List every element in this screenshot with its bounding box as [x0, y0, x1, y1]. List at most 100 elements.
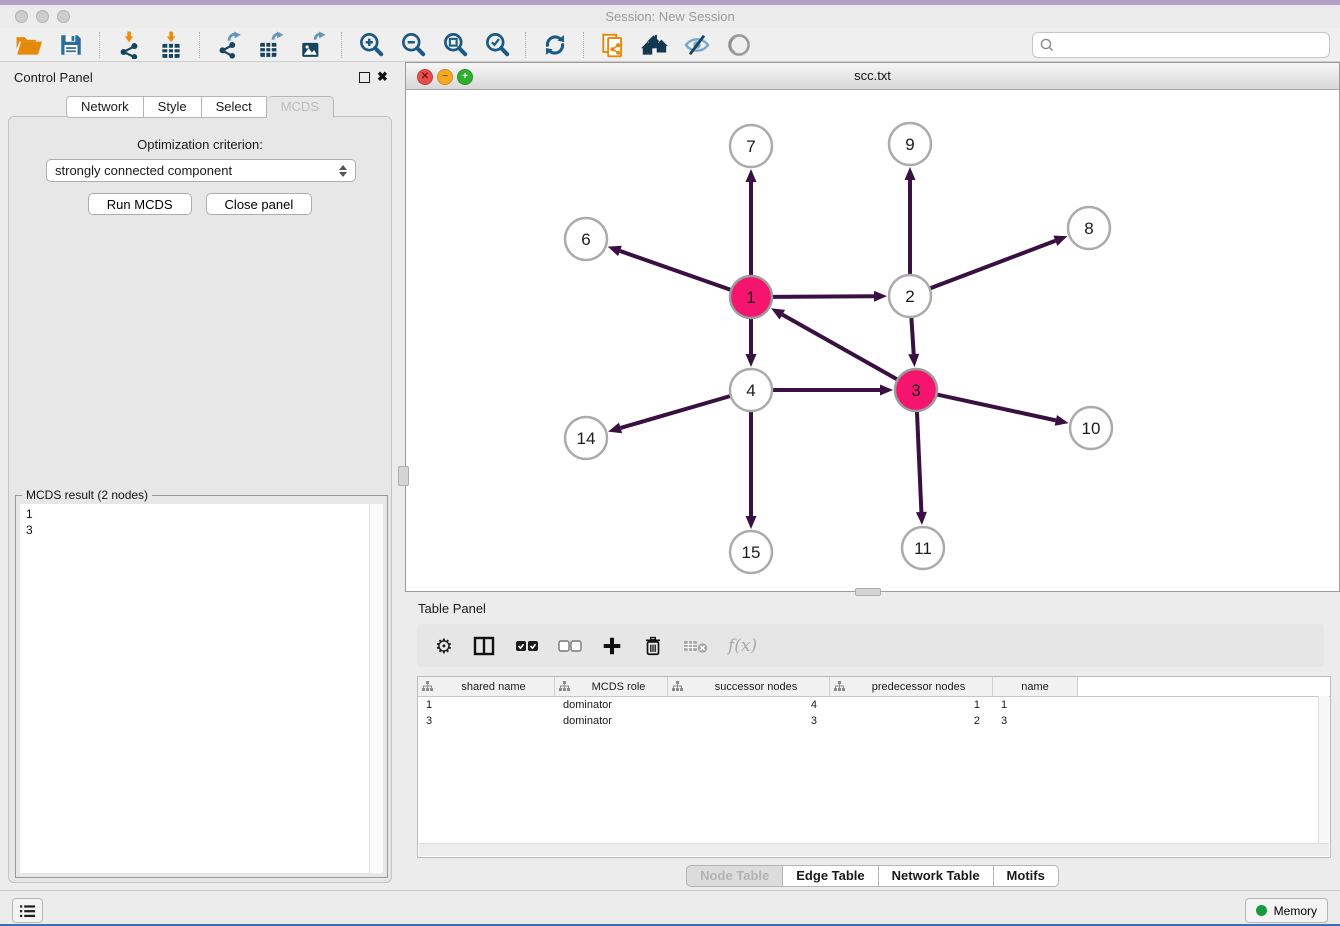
deselect-all-button[interactable] [558, 631, 582, 661]
export-network-button[interactable] [211, 30, 247, 60]
node-label-14: 14 [577, 429, 596, 448]
tab-node-table[interactable]: Node Table [686, 865, 783, 887]
horizontal-splitter-handle[interactable] [855, 588, 881, 596]
table-panel: Table Panel ✖ ⚙ f(x) shared nameMCDS rol… [405, 596, 1340, 888]
column-header-MCDS-role[interactable]: MCDS role [555, 677, 668, 696]
first-neighbors-button[interactable] [637, 30, 673, 60]
duplicate-network-button[interactable] [595, 30, 631, 60]
node-label-4: 4 [746, 381, 755, 400]
tab-motifs[interactable]: Motifs [994, 865, 1059, 887]
column-header-shared-name[interactable]: shared name [418, 677, 555, 696]
export-image-button[interactable] [295, 30, 331, 60]
column-header-predecessor-nodes[interactable]: predecessor nodes [830, 677, 993, 696]
table-horizontal-scrollbar[interactable] [419, 843, 1329, 856]
table-tabs: Node TableEdge TableNetwork TableMotifs [405, 865, 1340, 887]
cell-predecessor-nodes[interactable]: 2 [830, 715, 993, 727]
arrowhead-1-6 [608, 246, 622, 256]
mcds-result-title: MCDS result (2 nodes) [22, 488, 152, 502]
toolbar-separator [525, 32, 527, 58]
edge-1-6[interactable] [620, 251, 731, 290]
refresh-layout-button[interactable] [537, 30, 573, 60]
export-table-button[interactable] [253, 30, 289, 60]
optimization-criterion-label: Optimization criterion: [9, 137, 391, 152]
delete-column-button[interactable] [642, 631, 664, 661]
table-vertical-scrollbar[interactable] [1318, 696, 1329, 844]
memory-button[interactable]: Memory [1245, 898, 1328, 923]
tab-select[interactable]: Select [202, 96, 267, 118]
vertical-splitter-handle[interactable] [398, 466, 409, 486]
edge-3-10[interactable] [937, 394, 1056, 420]
search-input[interactable] [1055, 35, 1329, 55]
table-settings-button[interactable]: ⚙ [435, 631, 453, 661]
tab-edge-table[interactable]: Edge Table [783, 865, 878, 887]
delete-table-button[interactable] [683, 631, 709, 661]
edge-1-2[interactable] [772, 296, 874, 297]
zoom-out-button[interactable] [395, 30, 431, 60]
table-header-row: shared nameMCDS rolesuccessor nodesprede… [418, 677, 1330, 697]
column-type-icon [834, 681, 845, 692]
close-panel-button[interactable]: Close panel [206, 193, 313, 215]
cell-MCDS-role[interactable]: dominator [555, 699, 668, 711]
status-bar: Memory [0, 890, 1340, 925]
zoom-fit-button[interactable] [437, 30, 473, 60]
arrowhead-2-3 [908, 354, 919, 367]
import-table-button[interactable] [153, 30, 189, 60]
column-header-name[interactable]: name [993, 677, 1078, 696]
toolbar-separator [99, 32, 101, 58]
edge-4-14[interactable] [621, 396, 731, 428]
cell-shared-name[interactable]: 3 [418, 715, 555, 727]
cell-successor-nodes[interactable]: 4 [668, 699, 830, 711]
mcds-result-textarea[interactable]: 1 3 [20, 504, 383, 873]
zoom-fit-icon [442, 31, 469, 58]
edge-3-1[interactable] [782, 315, 897, 380]
edge-2-3[interactable] [911, 317, 913, 354]
cell-predecessor-nodes[interactable]: 1 [830, 699, 993, 711]
table-toolbar: ⚙ f(x) [417, 624, 1324, 667]
tab-style[interactable]: Style [144, 96, 202, 118]
open-session-button[interactable] [11, 30, 47, 60]
tab-mcds[interactable]: MCDS [267, 96, 334, 118]
control-panel-title: Control Panel [14, 70, 93, 85]
select-all-button[interactable] [515, 631, 539, 661]
memory-status-icon [1256, 905, 1267, 916]
control-panel: Control Panel ✖ NetworkStyleSelectMCDS O… [0, 62, 400, 888]
window-title: Session: New Session [0, 9, 1340, 24]
search-icon [1039, 37, 1055, 53]
show-all-button[interactable] [721, 30, 757, 60]
node-label-1: 1 [746, 288, 755, 307]
zoom-in-button[interactable] [353, 30, 389, 60]
close-panel-icon[interactable]: ✖ [377, 71, 388, 83]
table-row[interactable]: 1dominator411 [418, 697, 1330, 713]
optimization-criterion-select[interactable]: strongly connected component [46, 159, 356, 182]
function-builder-button[interactable]: f(x) [728, 631, 757, 661]
cell-MCDS-role[interactable]: dominator [555, 715, 668, 727]
cell-name[interactable]: 3 [993, 715, 1078, 727]
arrowhead-2-8 [1053, 236, 1067, 246]
cell-shared-name[interactable]: 1 [418, 699, 555, 711]
network-graph-canvas[interactable]: 1234678910111415 [406, 90, 1339, 591]
node-label-7: 7 [746, 137, 755, 156]
edge-2-8[interactable] [930, 241, 1056, 289]
cell-name[interactable]: 1 [993, 699, 1078, 711]
float-panel-icon[interactable] [359, 72, 370, 83]
add-column-button[interactable] [601, 631, 623, 661]
column-header-successor-nodes[interactable]: successor nodes [668, 677, 830, 696]
node-label-2: 2 [905, 287, 914, 306]
hide-selected-button[interactable] [679, 30, 715, 60]
split-panel-button[interactable] [472, 631, 496, 661]
zoom-selected-button[interactable] [479, 30, 515, 60]
import-network-icon [115, 31, 143, 59]
tab-network-table[interactable]: Network Table [879, 865, 994, 887]
run-mcds-button[interactable]: Run MCDS [88, 193, 192, 215]
table-row[interactable]: 3dominator323 [418, 713, 1330, 729]
tab-network[interactable]: Network [66, 96, 144, 118]
arrowhead-1-7 [746, 169, 757, 182]
search-box [1032, 32, 1330, 58]
import-network-button[interactable] [111, 30, 147, 60]
save-session-button[interactable] [53, 30, 89, 60]
eye-slash-icon [683, 32, 711, 58]
result-scrollbar[interactable] [369, 504, 383, 873]
task-history-button[interactable] [12, 898, 43, 923]
edge-3-11[interactable] [917, 411, 921, 512]
cell-successor-nodes[interactable]: 3 [668, 715, 830, 727]
